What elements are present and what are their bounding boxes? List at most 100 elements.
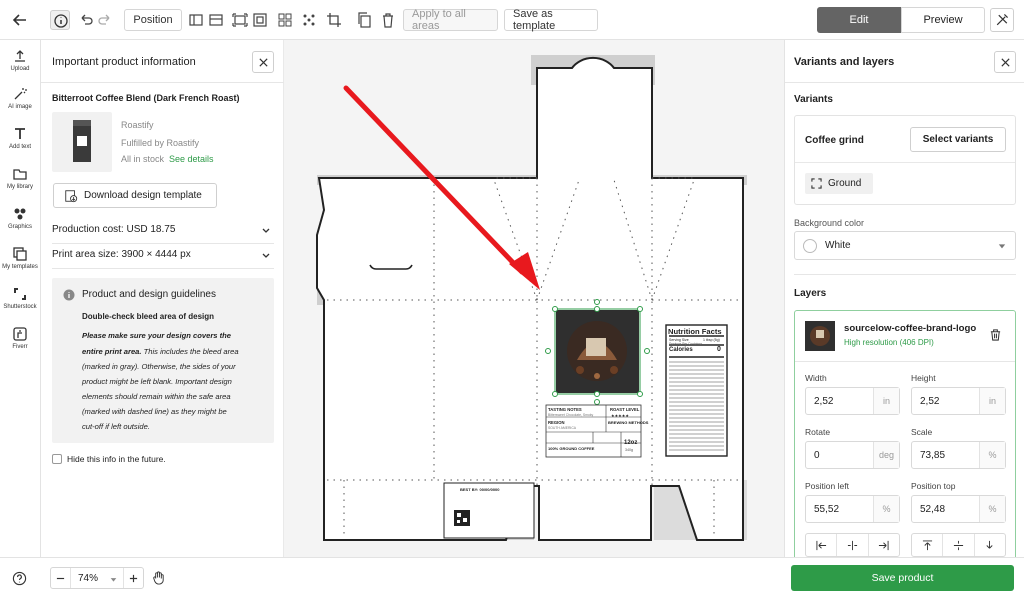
zoom-value: 74% (78, 572, 99, 584)
close-right-panel-button[interactable] (994, 51, 1016, 73)
bottom-bar: 74% Save product (0, 557, 1024, 597)
align-horizontal-icon[interactable] (206, 10, 226, 30)
sidebar-item-label: My library (6, 184, 33, 190)
pattern-icon[interactable] (275, 10, 295, 30)
templates-icon (13, 247, 27, 261)
crop-icon[interactable] (324, 10, 344, 30)
position-top-input[interactable]: 52,48% (911, 495, 1006, 523)
save-product-button[interactable]: Save product (791, 565, 1014, 591)
hide-info-checkbox[interactable] (52, 454, 62, 464)
variants-heading: Variants (794, 94, 833, 105)
layers-heading: Layers (794, 288, 827, 299)
align-top-icon[interactable] (912, 534, 944, 556)
ground-variant-label: Ground (828, 178, 862, 189)
download-label: Download design template (84, 190, 202, 201)
position-left-label: Position left (805, 481, 849, 491)
sidebar-item-my-templates[interactable]: My templates (0, 246, 40, 270)
close-info-button[interactable] (252, 51, 274, 73)
align-right-icon[interactable] (869, 534, 899, 556)
download-icon (65, 189, 78, 202)
label-brewing: BREWING METHODS (608, 420, 649, 425)
sidebar-item-label: Add text (8, 144, 31, 150)
chevron-down-icon[interactable] (261, 251, 271, 261)
expand-icon (811, 178, 822, 189)
minus-icon (56, 577, 65, 579)
align-center-h-icon[interactable] (837, 534, 869, 556)
left-sidebar: Upload AI image Add text My library Grap… (0, 40, 41, 557)
zoom-in-button[interactable] (123, 568, 143, 588)
back-arrow-icon[interactable] (10, 10, 30, 30)
hand-pan-icon[interactable] (151, 570, 166, 585)
redo-icon[interactable] (95, 10, 115, 30)
label-stars: ★★★★★ (611, 413, 629, 418)
nutrition-calories: Calories (669, 347, 693, 353)
height-input[interactable]: 2,52 in (911, 387, 1006, 415)
preview-tab[interactable]: Preview (901, 7, 985, 33)
width-input[interactable]: 2,52 in (805, 387, 900, 415)
zoom-select[interactable]: 74% (71, 573, 123, 584)
rotate-input[interactable]: 0 deg (805, 441, 900, 469)
align-bottom-icon[interactable] (975, 534, 1005, 556)
trash-icon[interactable] (378, 10, 398, 30)
right-panel-title: Variants and layers (794, 56, 895, 68)
chevron-down-icon[interactable] (261, 226, 271, 236)
guidelines-line-3: (marked in gray). Otherwise, the sides o… (82, 362, 236, 371)
sidebar-item-add-text[interactable]: Add text (0, 126, 40, 150)
guidelines-box: Product and design guidelines Double-che… (52, 278, 274, 443)
color-swatch (803, 238, 817, 253)
guidelines-line-4: product might be left blank. Important d… (82, 377, 232, 386)
guidelines-line-6: (marked with dashed line) as they might … (82, 407, 227, 416)
fit-icon[interactable] (230, 10, 250, 30)
sidebar-item-graphics[interactable]: Graphics (0, 206, 40, 230)
tools-icon[interactable] (990, 8, 1014, 32)
brand-name: Roastify (121, 120, 154, 130)
scale-label: Scale (911, 427, 933, 437)
fiverr-icon (13, 327, 27, 341)
position-button[interactable]: Position (124, 9, 182, 31)
text-icon (15, 128, 25, 139)
sidebar-item-fiverr[interactable]: Fiverr (0, 326, 40, 350)
zoom-out-button[interactable] (51, 568, 71, 588)
mirror-icon[interactable] (299, 10, 319, 30)
design-canvas[interactable]: TASTING NOTES Bittersweet Chocolate, Smo… (284, 40, 784, 557)
undo-icon[interactable] (76, 10, 96, 30)
sidebar-item-shutterstock[interactable]: Shutterstock (0, 286, 40, 310)
save-as-template-button[interactable]: Save as template (504, 8, 598, 32)
see-details-link[interactable]: See details (169, 154, 214, 164)
rotate-label: Rotate (805, 427, 831, 437)
edit-tab[interactable]: Edit (817, 7, 901, 33)
label-tasting-notes: TASTING NOTES (548, 407, 582, 412)
help-icon[interactable] (12, 571, 27, 586)
background-color-select[interactable]: White (794, 231, 1016, 260)
layer-card[interactable]: sourcelow-coffee-brand-logo High resolut… (794, 310, 1016, 557)
align-left-icon[interactable] (806, 534, 838, 556)
trash-icon[interactable] (989, 328, 1002, 341)
align-vertical-icon[interactable] (186, 10, 206, 30)
sidebar-item-upload[interactable]: Upload (0, 48, 40, 72)
fill-icon[interactable] (250, 10, 270, 30)
download-template-button[interactable]: Download design template (53, 183, 217, 208)
sidebar-item-label: Shutterstock (3, 304, 37, 310)
align-center-v-icon[interactable] (943, 534, 975, 556)
close-icon (1000, 57, 1010, 67)
ground-variant-chip[interactable]: Ground (805, 173, 873, 194)
apply-to-all-areas-button[interactable]: Apply to all areas (403, 8, 498, 32)
duplicate-icon[interactable] (354, 10, 374, 30)
sidebar-item-label: Fiverr (12, 344, 28, 350)
guidelines-line-2: entire print area. This includes the ble… (82, 347, 239, 356)
layer-resolution: High resolution (406 DPI) (844, 338, 934, 347)
position-left-input[interactable]: 55,52% (805, 495, 900, 523)
guidelines-line-1: Please make sure your design covers the (82, 331, 231, 340)
close-icon (258, 57, 268, 67)
info-icon[interactable] (50, 10, 70, 30)
stock-status: All in stock (121, 154, 165, 164)
sidebar-item-my-library[interactable]: My library (0, 166, 40, 190)
sidebar-item-ai-image[interactable]: AI image (0, 86, 40, 110)
select-variants-button[interactable]: Select variants (910, 127, 1006, 152)
production-cost: Production cost: USD 18.75 (52, 224, 176, 235)
info-icon (63, 289, 75, 301)
top-toolbar: Position Apply to all areas Save as temp… (0, 0, 1024, 40)
nutrition-title: Nutrition Facts (668, 327, 722, 336)
scale-input[interactable]: 73,85% (911, 441, 1006, 469)
layer-thumbnail (805, 321, 835, 351)
